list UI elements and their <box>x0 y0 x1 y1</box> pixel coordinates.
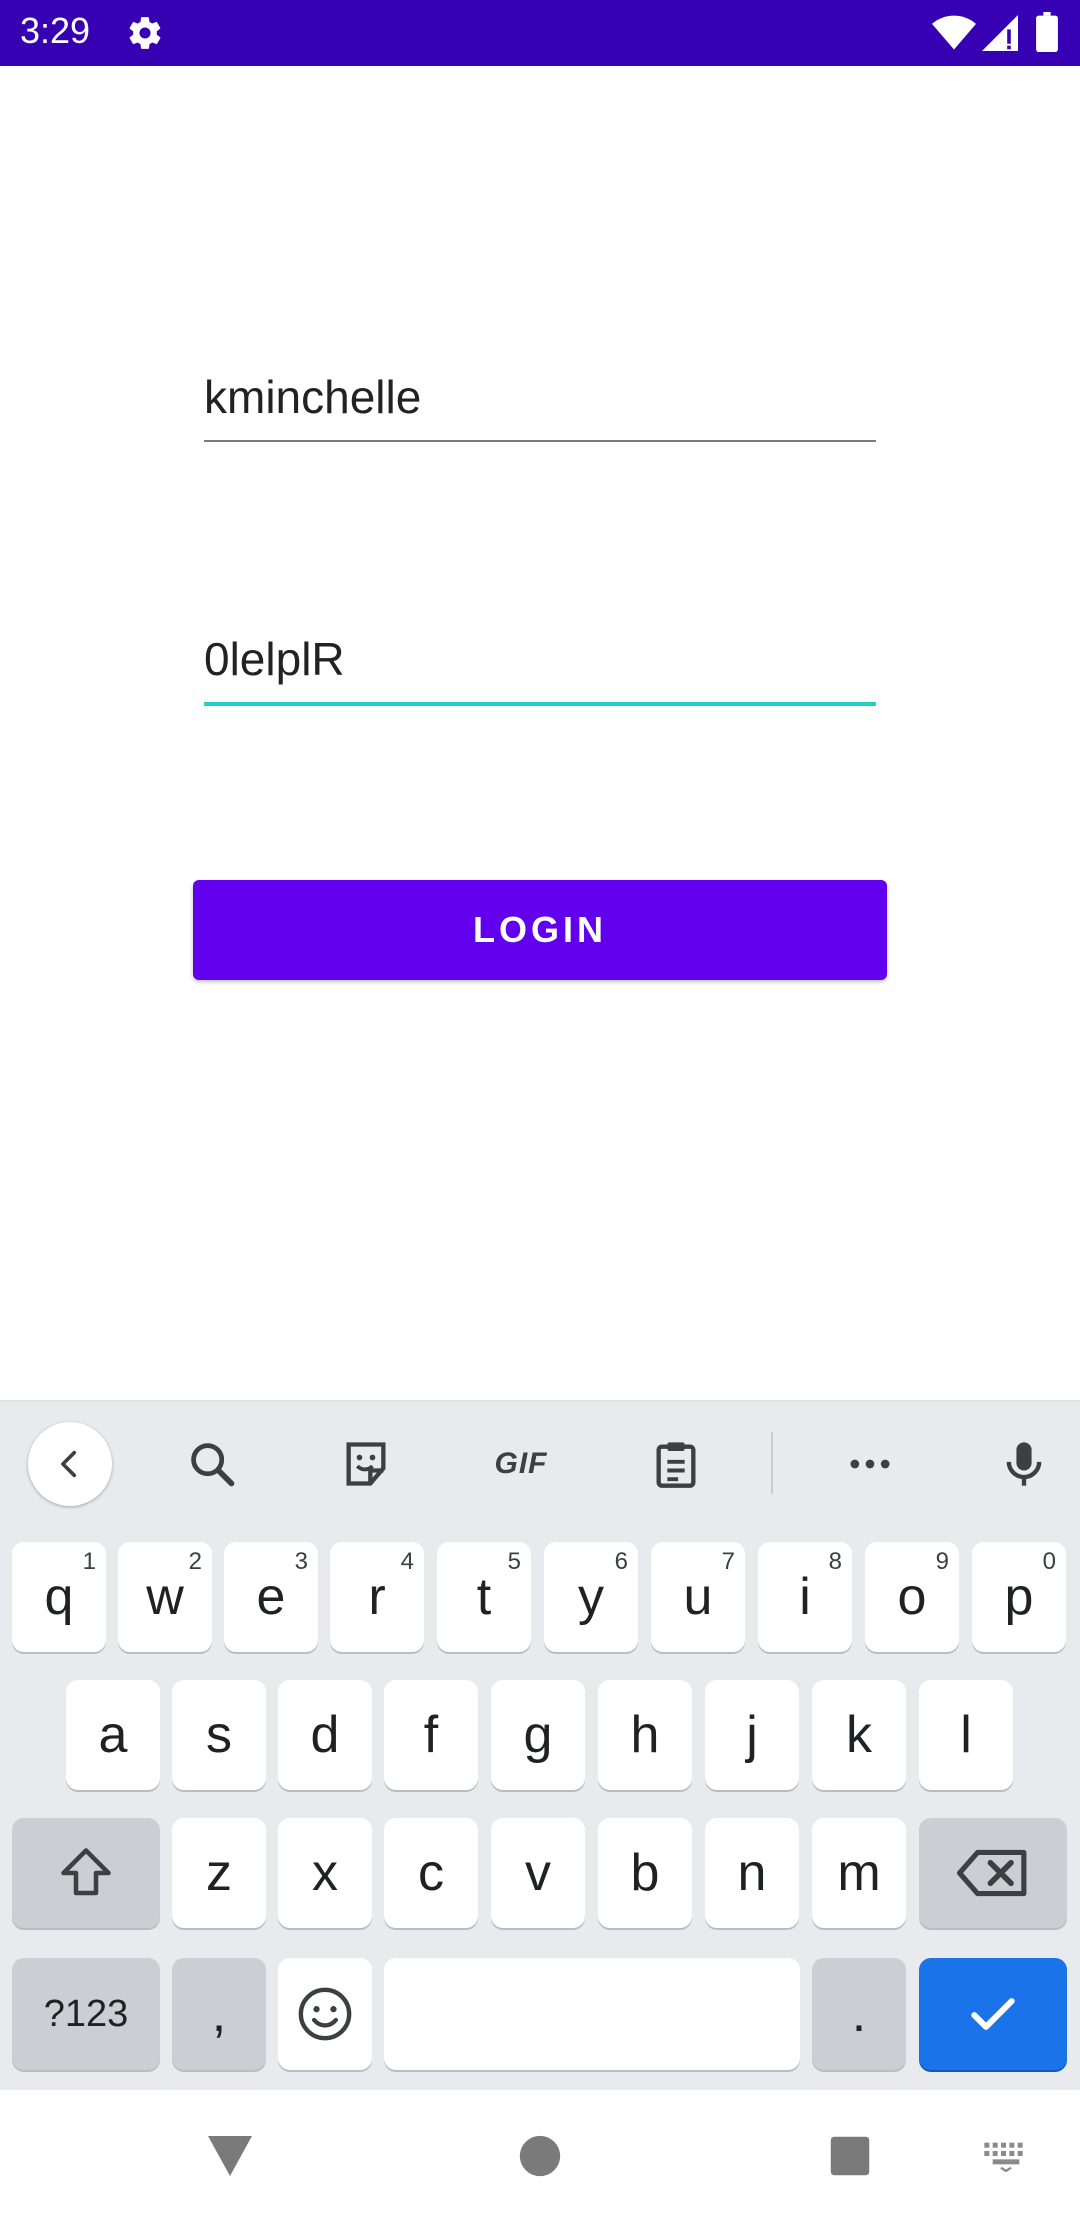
emoji-key[interactable] <box>278 1958 372 2070</box>
search-icon[interactable] <box>184 1436 240 1492</box>
key-j[interactable]: j <box>705 1680 799 1790</box>
battery-icon <box>1036 12 1058 52</box>
status-bar: 3:29 <box>0 0 1080 66</box>
key-l[interactable]: l <box>919 1680 1013 1790</box>
recents-square-icon[interactable] <box>820 2126 880 2186</box>
key-z[interactable]: z <box>172 1818 266 1928</box>
space-key[interactable] <box>384 1958 800 2070</box>
home-circle-icon[interactable] <box>510 2126 570 2186</box>
keyboard-back-button[interactable] <box>28 1422 112 1506</box>
navigation-bar <box>0 2090 1080 2220</box>
key-r[interactable]: r4 <box>330 1542 424 1652</box>
symbols-key[interactable]: ?123 <box>12 1958 160 2070</box>
key-w[interactable]: w2 <box>118 1542 212 1652</box>
check-icon <box>971 1998 1015 2030</box>
toolbar-divider <box>771 1432 773 1494</box>
soft-keyboard: GIF q1 w2 e3 r4 t5 y6 u7 i8 o9 p0 a s d … <box>0 1400 1080 2092</box>
keyboard-switch-icon[interactable] <box>976 2126 1036 2186</box>
shift-key[interactable] <box>12 1818 160 1928</box>
username-field[interactable]: kminchelle <box>204 370 876 444</box>
shift-icon <box>61 1848 111 1896</box>
key-s[interactable]: s <box>172 1680 266 1790</box>
key-n[interactable]: n <box>705 1818 799 1928</box>
more-icon[interactable] <box>842 1436 898 1492</box>
backspace-icon <box>957 1849 1027 1897</box>
key-y[interactable]: y6 <box>544 1542 638 1652</box>
key-v[interactable]: v <box>491 1818 585 1928</box>
key-t[interactable]: t5 <box>437 1542 531 1652</box>
key-x[interactable]: x <box>278 1818 372 1928</box>
password-field[interactable]: 0lelplR <box>204 632 876 708</box>
login-button[interactable]: LOGIN <box>193 880 887 980</box>
signal-icon <box>982 15 1018 51</box>
clipboard-icon[interactable] <box>648 1436 704 1492</box>
back-triangle-icon[interactable] <box>200 2126 260 2186</box>
key-g[interactable]: g <box>491 1680 585 1790</box>
sticker-icon[interactable] <box>338 1436 394 1492</box>
key-a[interactable]: a <box>66 1680 160 1790</box>
gif-label: GIF <box>494 1447 548 1480</box>
password-underline-focused <box>204 702 876 706</box>
enter-done-key[interactable] <box>919 1958 1067 2070</box>
key-b[interactable]: b <box>598 1818 692 1928</box>
username-underline <box>204 440 876 442</box>
emoji-icon <box>298 1987 352 2041</box>
key-u[interactable]: u7 <box>651 1542 745 1652</box>
keyboard-toolbar: GIF <box>0 1402 1080 1522</box>
chevron-left-icon <box>61 1450 77 1478</box>
gear-icon <box>129 17 161 49</box>
comma-key[interactable]: , <box>172 1958 266 2070</box>
key-m[interactable]: m <box>812 1818 906 1928</box>
backspace-key[interactable] <box>919 1818 1067 1928</box>
key-f[interactable]: f <box>384 1680 478 1790</box>
key-e[interactable]: e3 <box>224 1542 318 1652</box>
key-i[interactable]: i8 <box>758 1542 852 1652</box>
username-input-value: kminchelle <box>204 371 422 423</box>
key-q[interactable]: q1 <box>12 1542 106 1652</box>
status-time: 3:29 <box>20 10 91 51</box>
wifi-icon <box>932 15 976 50</box>
key-o[interactable]: o9 <box>865 1542 959 1652</box>
key-h[interactable]: h <box>598 1680 692 1790</box>
gif-icon[interactable]: GIF <box>486 1436 556 1492</box>
period-key[interactable]: . <box>812 1958 906 2070</box>
key-k[interactable]: k <box>812 1680 906 1790</box>
key-c[interactable]: c <box>384 1818 478 1928</box>
key-p[interactable]: p0 <box>972 1542 1066 1652</box>
key-d[interactable]: d <box>278 1680 372 1790</box>
mic-icon[interactable] <box>996 1436 1052 1492</box>
password-input-value: 0lelplR <box>204 633 345 685</box>
